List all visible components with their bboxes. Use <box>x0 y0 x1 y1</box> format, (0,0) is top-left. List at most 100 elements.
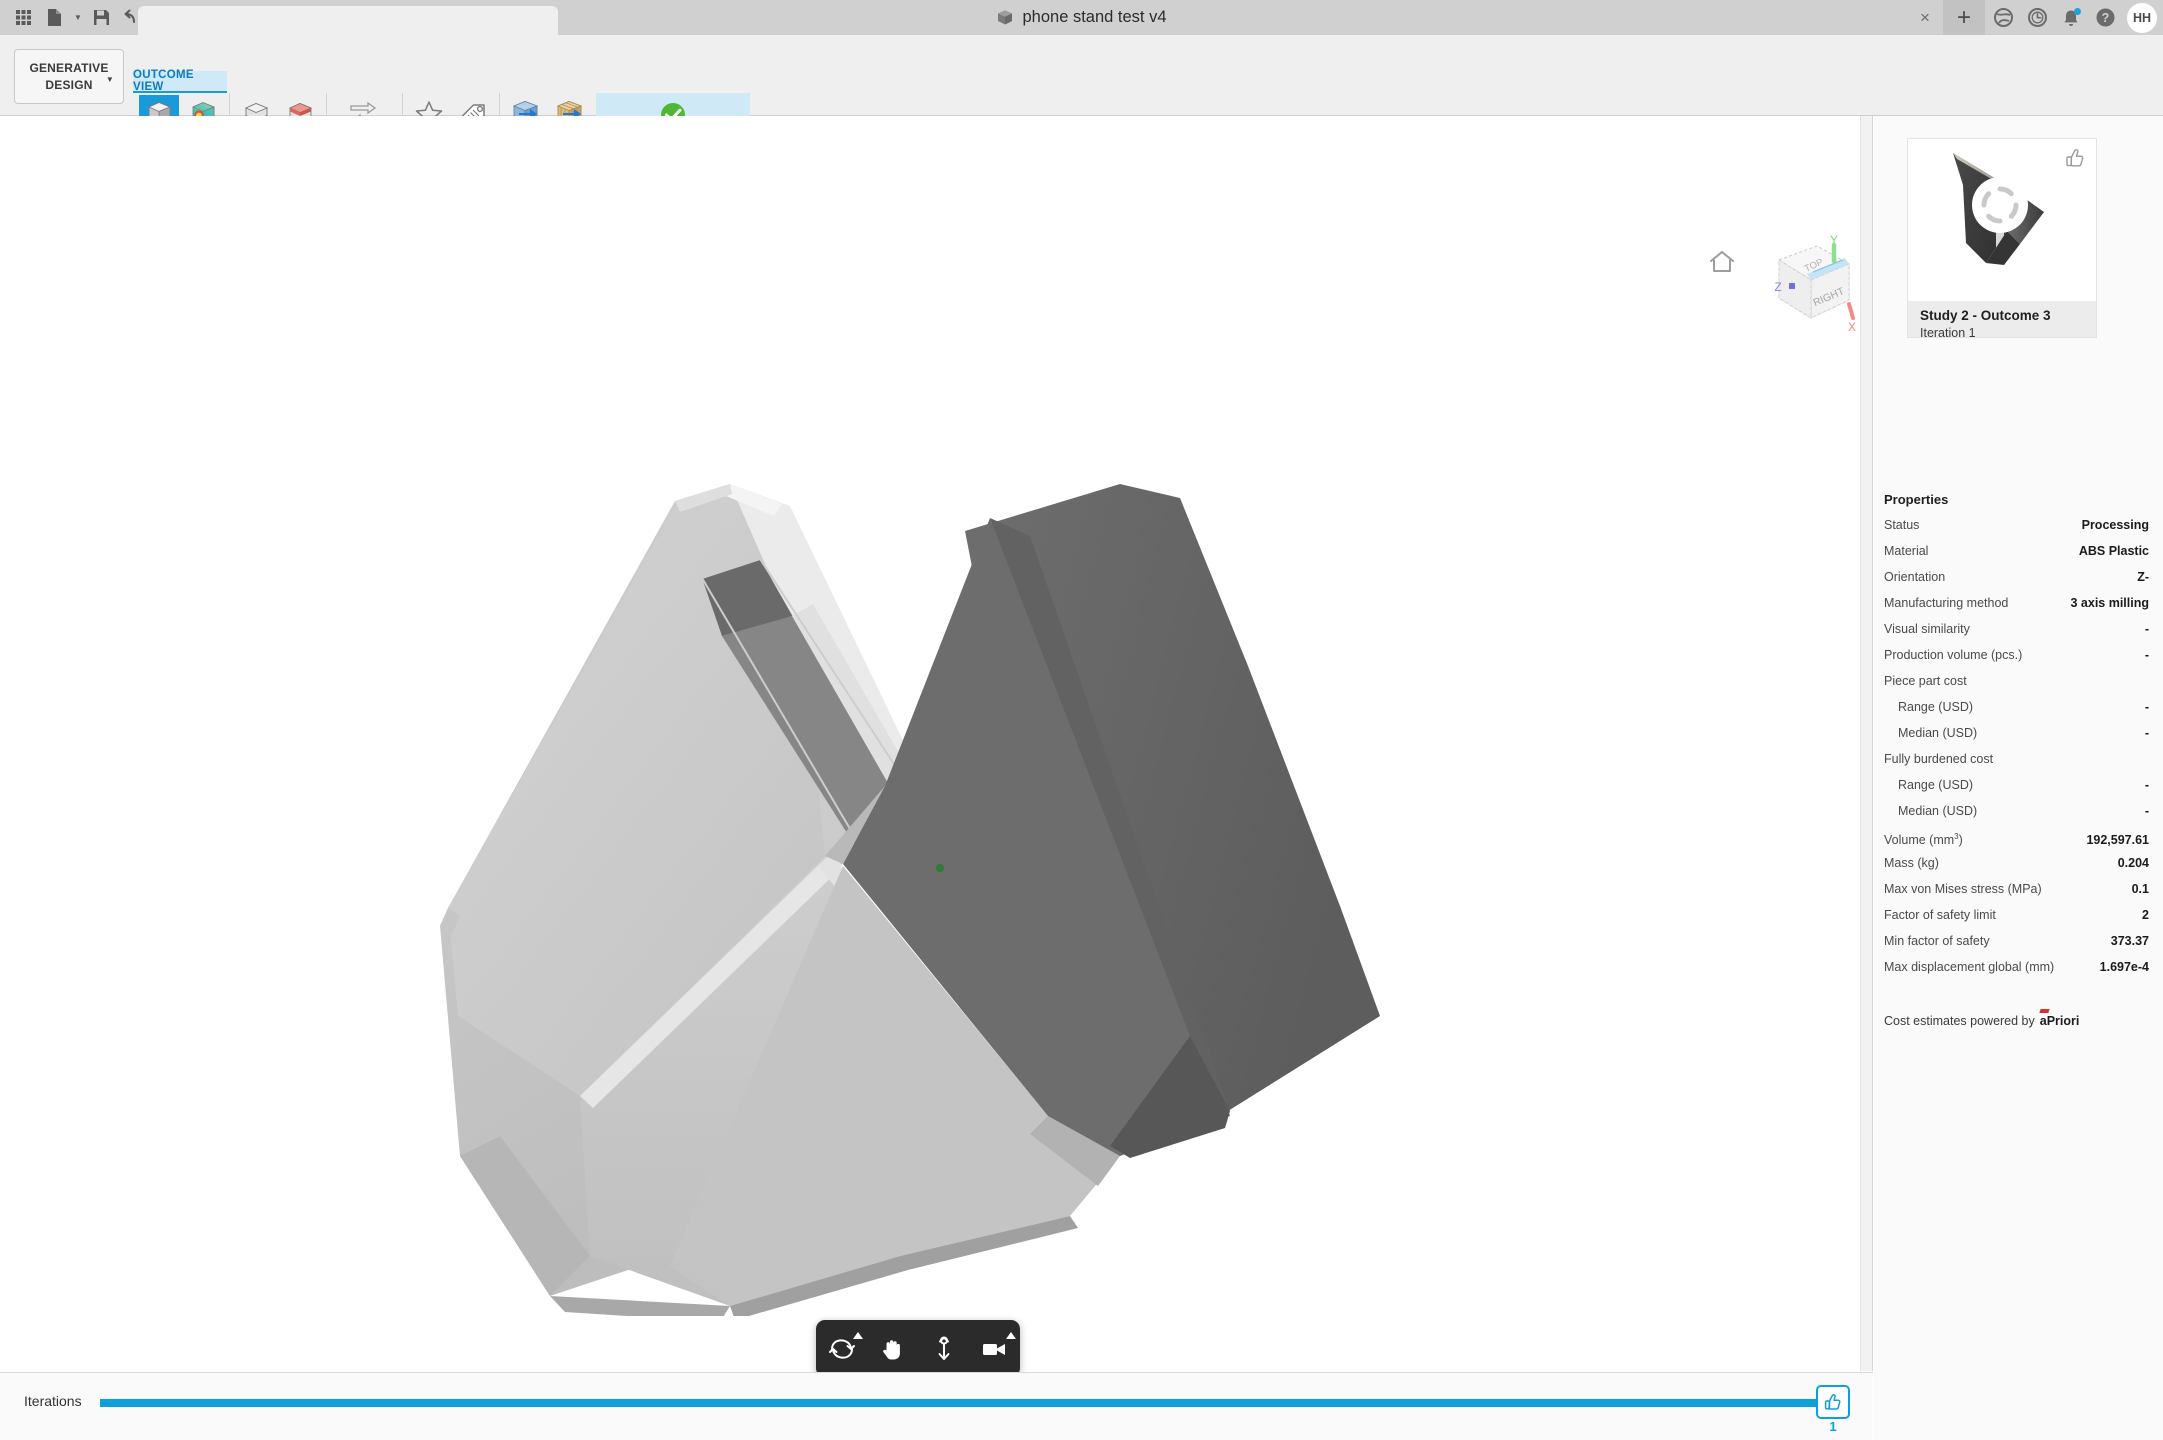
property-row: Volume (mm3)192,597.61 <box>1874 824 2163 850</box>
save-icon[interactable] <box>86 3 116 33</box>
property-value: - <box>2145 642 2149 668</box>
new-tab-button[interactable]: + <box>1943 0 1985 35</box>
thumbs-up-icon[interactable] <box>2064 147 2086 169</box>
navigation-bar <box>816 1320 1020 1377</box>
property-row: OrientationZ- <box>1874 564 2163 590</box>
property-value: - <box>2145 694 2149 720</box>
property-row: Range (USD) - <box>1874 772 2163 798</box>
property-value: Z- <box>2137 564 2149 590</box>
property-label: Fully burdened cost <box>1884 746 1993 772</box>
workspace-switcher-button[interactable]: GENERATIVE DESIGN ▼ <box>14 49 124 104</box>
workspace-label-line1: GENERATIVE <box>29 61 108 75</box>
iteration-marker-number: 1 <box>1816 1419 1850 1434</box>
orbit-menu-caret-icon[interactable] <box>853 1332 863 1339</box>
camera-icon[interactable] <box>974 1329 1016 1369</box>
viewcube-axis-z-label: Z <box>1774 280 1781 294</box>
viewcube-axis-x-label: X <box>1848 320 1856 334</box>
outcome-card[interactable]: Study 2 - Outcome 3 Iteration 1 <box>1907 138 2097 338</box>
iterations-label: Iterations <box>24 1393 82 1409</box>
close-icon[interactable]: × <box>1909 3 1941 33</box>
svg-text:?: ? <box>2101 11 2109 25</box>
property-row: Factor of safety limit 2 <box>1874 902 2163 928</box>
property-row: Material ABS Plastic <box>1874 538 2163 564</box>
iterations-progress-track[interactable] <box>100 1399 1828 1407</box>
property-label: Production volume (pcs.) <box>1884 642 2022 668</box>
pan-icon[interactable] <box>872 1329 914 1369</box>
property-row: Max von Mises stress (MPa) 0.1 <box>1874 876 2163 902</box>
property-label: Median (USD) <box>1884 720 1977 746</box>
bell-icon[interactable] <box>2055 3 2087 33</box>
page-title: phone stand test v4 <box>1022 8 1166 27</box>
property-label: Min factor of safety <box>1884 928 1990 954</box>
document-cube-icon <box>996 9 1014 27</box>
cost-estimate-credit-text: Cost estimates powered by <box>1884 1014 2035 1028</box>
avatar[interactable]: HH <box>2127 3 2157 33</box>
property-row: Median (USD) - <box>1874 720 2163 746</box>
property-value: 3 axis milling <box>2070 590 2149 616</box>
property-label: Piece part cost <box>1884 668 1967 694</box>
camera-menu-caret-icon[interactable] <box>1006 1332 1016 1339</box>
property-value: Processing <box>2082 512 2149 538</box>
outcome-card-meta: Study 2 - Outcome 3 Iteration 1 <box>1908 301 2096 337</box>
outcome-title: Study 2 - Outcome 3 <box>1920 307 2084 325</box>
property-label: Mass (kg) <box>1884 850 1939 876</box>
property-value: 373.37 <box>2111 928 2149 954</box>
property-label: Max von Mises stress (MPa) <box>1884 876 2042 902</box>
titlebar-actions: × + ? HH <box>1909 0 2157 35</box>
property-row: Manufacturing method 3 axis milling <box>1874 590 2163 616</box>
viewport-scrollbar[interactable] <box>1860 116 1872 1371</box>
cost-estimate-credit: Cost estimates powered by aPriori <box>1884 1014 2079 1028</box>
properties-list: Status Processing Material ABS Plastic Ori… <box>1874 512 2163 980</box>
property-value: - <box>2145 798 2149 824</box>
property-row: Max displacement global (mm) 1.697e-4 <box>1874 954 2163 980</box>
property-value: 0.1 <box>2132 876 2149 902</box>
viewcube-axis-y-label: Y <box>1830 234 1838 247</box>
view-cube[interactable]: TOP RIGHT Y X Z <box>1745 234 1863 344</box>
apriori-logo: aPriori <box>2040 1014 2080 1028</box>
extension-icon[interactable] <box>1987 3 2019 33</box>
property-label: Manufacturing method <box>1884 590 2008 616</box>
property-label: Volume (mm3) <box>1884 824 1963 853</box>
file-menu-caret-icon[interactable]: ▼ <box>72 13 84 22</box>
property-row: Piece part cost <box>1874 668 2163 694</box>
generative-outcome-model[interactable] <box>430 456 1440 1316</box>
property-label: Material <box>1884 538 1928 564</box>
clock-icon[interactable] <box>2021 3 2053 33</box>
home-icon[interactable] <box>1709 250 1735 274</box>
property-label: Range (USD) <box>1884 694 1973 720</box>
property-value: - <box>2145 720 2149 746</box>
document-tab-slot[interactable] <box>138 6 558 35</box>
property-label: Status <box>1884 512 1919 538</box>
property-value: 2 <box>2142 902 2149 928</box>
3d-viewport[interactable]: TOP RIGHT Y X Z <box>0 116 1873 1371</box>
property-row: Range (USD) - <box>1874 694 2163 720</box>
property-value: - <box>2145 616 2149 642</box>
property-label: Factor of safety limit <box>1884 902 1996 928</box>
property-row: Median (USD) - <box>1874 798 2163 824</box>
iterations-strip: Iterations 1 <box>0 1372 1873 1440</box>
properties-panel: Study 2 - Outcome 3 Iteration 1 Properti… <box>1874 116 2163 1440</box>
iteration-marker-thumbs-up-icon[interactable] <box>1816 1385 1850 1419</box>
property-label: Visual similarity <box>1884 616 1970 642</box>
ribbon-toolbar: GENERATIVE DESIGN ▼ OUTCOME VIEW <box>0 35 2163 116</box>
property-value: 1.697e-4 <box>2100 954 2149 980</box>
property-label: Max displacement global (mm) <box>1884 954 2054 980</box>
orbit-icon[interactable] <box>821 1329 863 1369</box>
title-bar: ▼ ▼ ▼ phone stand test v4 × + <box>0 0 2163 35</box>
property-value: - <box>2145 772 2149 798</box>
help-icon[interactable]: ? <box>2089 3 2121 33</box>
property-value: ABS Plastic <box>2079 538 2149 564</box>
property-row: Visual similarity - <box>1874 616 2163 642</box>
zoom-icon[interactable] <box>923 1329 965 1369</box>
outcome-thumbnail[interactable] <box>1908 139 2096 301</box>
tab-outcome-view[interactable]: OUTCOME VIEW <box>133 71 227 93</box>
file-icon[interactable] <box>40 3 70 33</box>
property-row: Status Processing <box>1874 512 2163 538</box>
chevron-down-icon[interactable]: ▼ <box>106 75 114 86</box>
property-row: Fully burdened cost <box>1874 746 2163 772</box>
grid-apps-icon[interactable] <box>8 3 38 33</box>
property-label: Range (USD) <box>1884 772 1973 798</box>
outcome-subtitle: Iteration 1 <box>1920 325 2084 342</box>
property-row: Production volume (pcs.) - <box>1874 642 2163 668</box>
property-label: Median (USD) <box>1884 798 1977 824</box>
